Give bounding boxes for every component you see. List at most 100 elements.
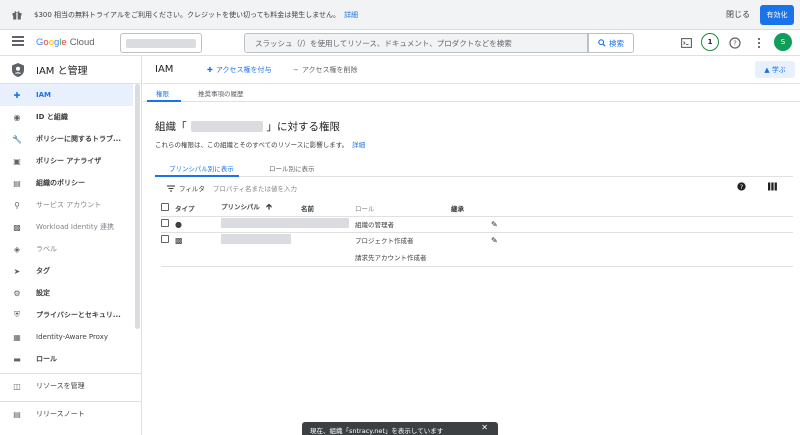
workload-icon: ▩ xyxy=(13,222,21,232)
sidebar-scrollbar[interactable] xyxy=(135,84,140,329)
folder-settings-icon: ◫ xyxy=(13,381,21,391)
sidebar-title: IAM と管理 xyxy=(36,66,88,77)
sidebar-item-privacy-security[interactable]: ⛨ プライバシーとセキュリ... xyxy=(0,304,141,326)
role-cell: 請求先アカウント作成者 xyxy=(355,248,451,267)
shield-icon: ⛨ xyxy=(14,310,20,319)
grant-access-button[interactable]: ✚ アクセス権を付与 xyxy=(207,65,272,75)
sidebar-item-service-accounts[interactable]: ⚲ サービス アカウント xyxy=(0,194,141,216)
sidebar-item-policy-troubleshooter[interactable]: 🔧 ポリシーに関するトラブ... xyxy=(0,128,141,150)
filter-bar[interactable]: フィルタ プロパティ名または値を入力 xyxy=(167,183,297,193)
table-row: 請求先アカウント作成者 xyxy=(161,248,793,267)
table-row[interactable]: ● 組織の管理者 ✎ xyxy=(161,216,793,233)
iam-shield-icon xyxy=(12,62,24,77)
role-cell: 組織の管理者 xyxy=(355,216,451,233)
search-input[interactable]: スラッシュ（/）を使用してリソース、ドキュメント、プロダクトなどを検索 xyxy=(244,33,588,53)
building-icon: ▩ xyxy=(175,235,183,245)
column-type[interactable]: タイプ xyxy=(175,200,221,217)
redacted-principal xyxy=(221,218,349,228)
column-inherited[interactable]: 継承 xyxy=(451,200,491,217)
main-content: IAM ✚ アクセス権を付与 − アクセス権を削除 ▲ 学ぶ 権限 推奨事項の履… xyxy=(143,56,800,435)
permissions-heading: 組織「 」に対する権限 xyxy=(155,121,340,133)
tab-view-by-roles[interactable]: ロール別に表示 xyxy=(269,163,315,173)
revoke-access-button[interactable]: − アクセス権を削除 xyxy=(293,65,358,75)
sidebar-item-iam[interactable]: ✚ IAM xyxy=(0,84,133,106)
filter-input[interactable]: プロパティ名または値を入力 xyxy=(213,183,297,193)
column-principal[interactable]: プリンシパル 🡱 xyxy=(221,200,301,217)
search-placeholder: スラッシュ（/）を使用してリソース、ドキュメント、プロダクトなどを検索 xyxy=(255,38,512,48)
permissions-table: タイプ プリンシパル 🡱 名前 ロール 継承 ● 組織の管理者 ✎ ▩ プロジェ… xyxy=(161,200,793,267)
view-tab-indicator xyxy=(155,175,239,177)
tab-indicator xyxy=(147,100,181,102)
activate-button[interactable]: 有効化 xyxy=(760,5,794,25)
wrench-icon: 🔧 xyxy=(12,134,22,144)
select-all-checkbox[interactable] xyxy=(161,202,169,211)
gift-icon xyxy=(12,10,22,19)
cloud-shell-icon[interactable] xyxy=(678,35,694,51)
top-navigation-bar: Google Cloud スラッシュ（/）を使用してリソース、ドキュメント、プロダ… xyxy=(0,30,800,56)
sidebar-item-org-policies[interactable]: ▤ 組織のポリシー xyxy=(0,172,141,194)
details-link[interactable]: 詳細 xyxy=(352,141,365,149)
sidebar-item-labels[interactable]: ◈ ラベル xyxy=(0,238,141,260)
row-checkbox[interactable] xyxy=(161,235,169,244)
page-title: IAM xyxy=(155,64,174,75)
search-button[interactable]: 検索 xyxy=(588,33,634,53)
sidebar-item-release-notes[interactable]: ▤ リリースノート xyxy=(0,402,141,426)
person-add-icon: ✚ xyxy=(13,90,21,100)
sidebar-item-policy-analyzer[interactable]: ▣ ポリシー アナライザ xyxy=(0,150,141,172)
table-row[interactable]: ▩ プロジェクト作成者 ✎ xyxy=(161,232,793,248)
help-icon[interactable]: ? xyxy=(727,35,743,51)
more-vert-icon[interactable] xyxy=(751,35,767,51)
search-doc-icon: ▣ xyxy=(13,156,21,166)
close-icon[interactable]: ✕ xyxy=(481,423,488,432)
person-add-icon: ✚ xyxy=(207,66,213,74)
person-icon: ● xyxy=(175,219,182,229)
release-notes-icon: ▤ xyxy=(13,409,21,419)
redacted-principal xyxy=(221,234,291,245)
tab-permissions[interactable]: 権限 xyxy=(156,88,169,98)
permissions-subtitle: これらの権限は、この組織とそのすべてのリソースに影響します。 詳細 xyxy=(155,141,366,149)
tab-recommendation-history[interactable]: 推奨事項の履歴 xyxy=(198,88,244,98)
table-help-icon[interactable]: ? xyxy=(737,182,746,193)
list-icon: ▤ xyxy=(13,178,21,188)
trial-banner: $300 相当の無料トライアルをご利用ください。クレジットを使い切っても料金は発… xyxy=(0,0,800,30)
row-checkbox[interactable] xyxy=(161,219,169,227)
svg-text:?: ? xyxy=(733,40,737,48)
column-name[interactable]: 名前 xyxy=(301,200,355,217)
school-icon: ▲ xyxy=(764,65,770,74)
sort-arrow-up-icon: 🡱 xyxy=(266,201,272,211)
search-icon xyxy=(598,39,606,47)
sidebar-item-manage-resources[interactable]: ◫ リソースを管理 xyxy=(0,374,141,398)
column-display-icon[interactable] xyxy=(768,182,777,193)
account-circle-icon: ◉ xyxy=(13,112,21,122)
sidebar-item-tags[interactable]: ➤ タグ xyxy=(0,260,141,282)
filter-icon xyxy=(167,184,175,192)
svg-text:?: ? xyxy=(740,184,743,191)
column-role[interactable]: ロール xyxy=(355,200,451,217)
sidebar-item-identity-aware-proxy[interactable]: ▦ Identity-Aware Proxy xyxy=(0,326,141,348)
tab-view-by-principals[interactable]: プリンシパル別に表示 xyxy=(169,163,234,173)
edit-pencil-icon[interactable]: ✎ xyxy=(491,220,498,229)
user-avatar[interactable]: S xyxy=(774,33,792,51)
proxy-icon: ▦ xyxy=(13,332,21,342)
sidebar-item-identity-organization[interactable]: ◉ ID と組織 xyxy=(0,106,141,128)
roles-icon: ▬ xyxy=(13,354,21,364)
table-header-row: タイプ プリンシパル 🡱 名前 ロール 継承 xyxy=(161,200,793,217)
label-icon: ◈ xyxy=(13,244,21,254)
google-cloud-logo[interactable]: Google Cloud xyxy=(36,37,95,48)
sidebar-item-workload-identity[interactable]: ▩ Workload Identity 連携 xyxy=(0,216,141,238)
view-tabs: プリンシパル別に表示 ロール別に表示 xyxy=(155,158,793,177)
sidebar-item-roles[interactable]: ▬ ロール xyxy=(0,348,141,370)
redacted-org-name xyxy=(190,121,263,132)
banner-details-link[interactable]: 詳細 xyxy=(344,10,358,20)
key-icon: ⚲ xyxy=(14,200,20,210)
hamburger-menu-icon[interactable] xyxy=(12,36,24,46)
edit-pencil-icon[interactable]: ✎ xyxy=(491,236,498,245)
gear-icon: ⚙ xyxy=(13,288,21,298)
notification-badge[interactable]: 1 xyxy=(701,33,719,51)
sidebar-item-settings[interactable]: ⚙ 設定 xyxy=(0,282,141,304)
snackbar-text: 現在、組織「sntracy.net」を表示しています xyxy=(310,427,444,435)
project-selector[interactable] xyxy=(120,33,202,53)
banner-close-button[interactable]: 閉じる xyxy=(726,9,750,20)
page-tabs: 権限 推奨事項の履歴 xyxy=(143,84,800,102)
learn-button[interactable]: ▲ 学ぶ xyxy=(755,61,795,78)
